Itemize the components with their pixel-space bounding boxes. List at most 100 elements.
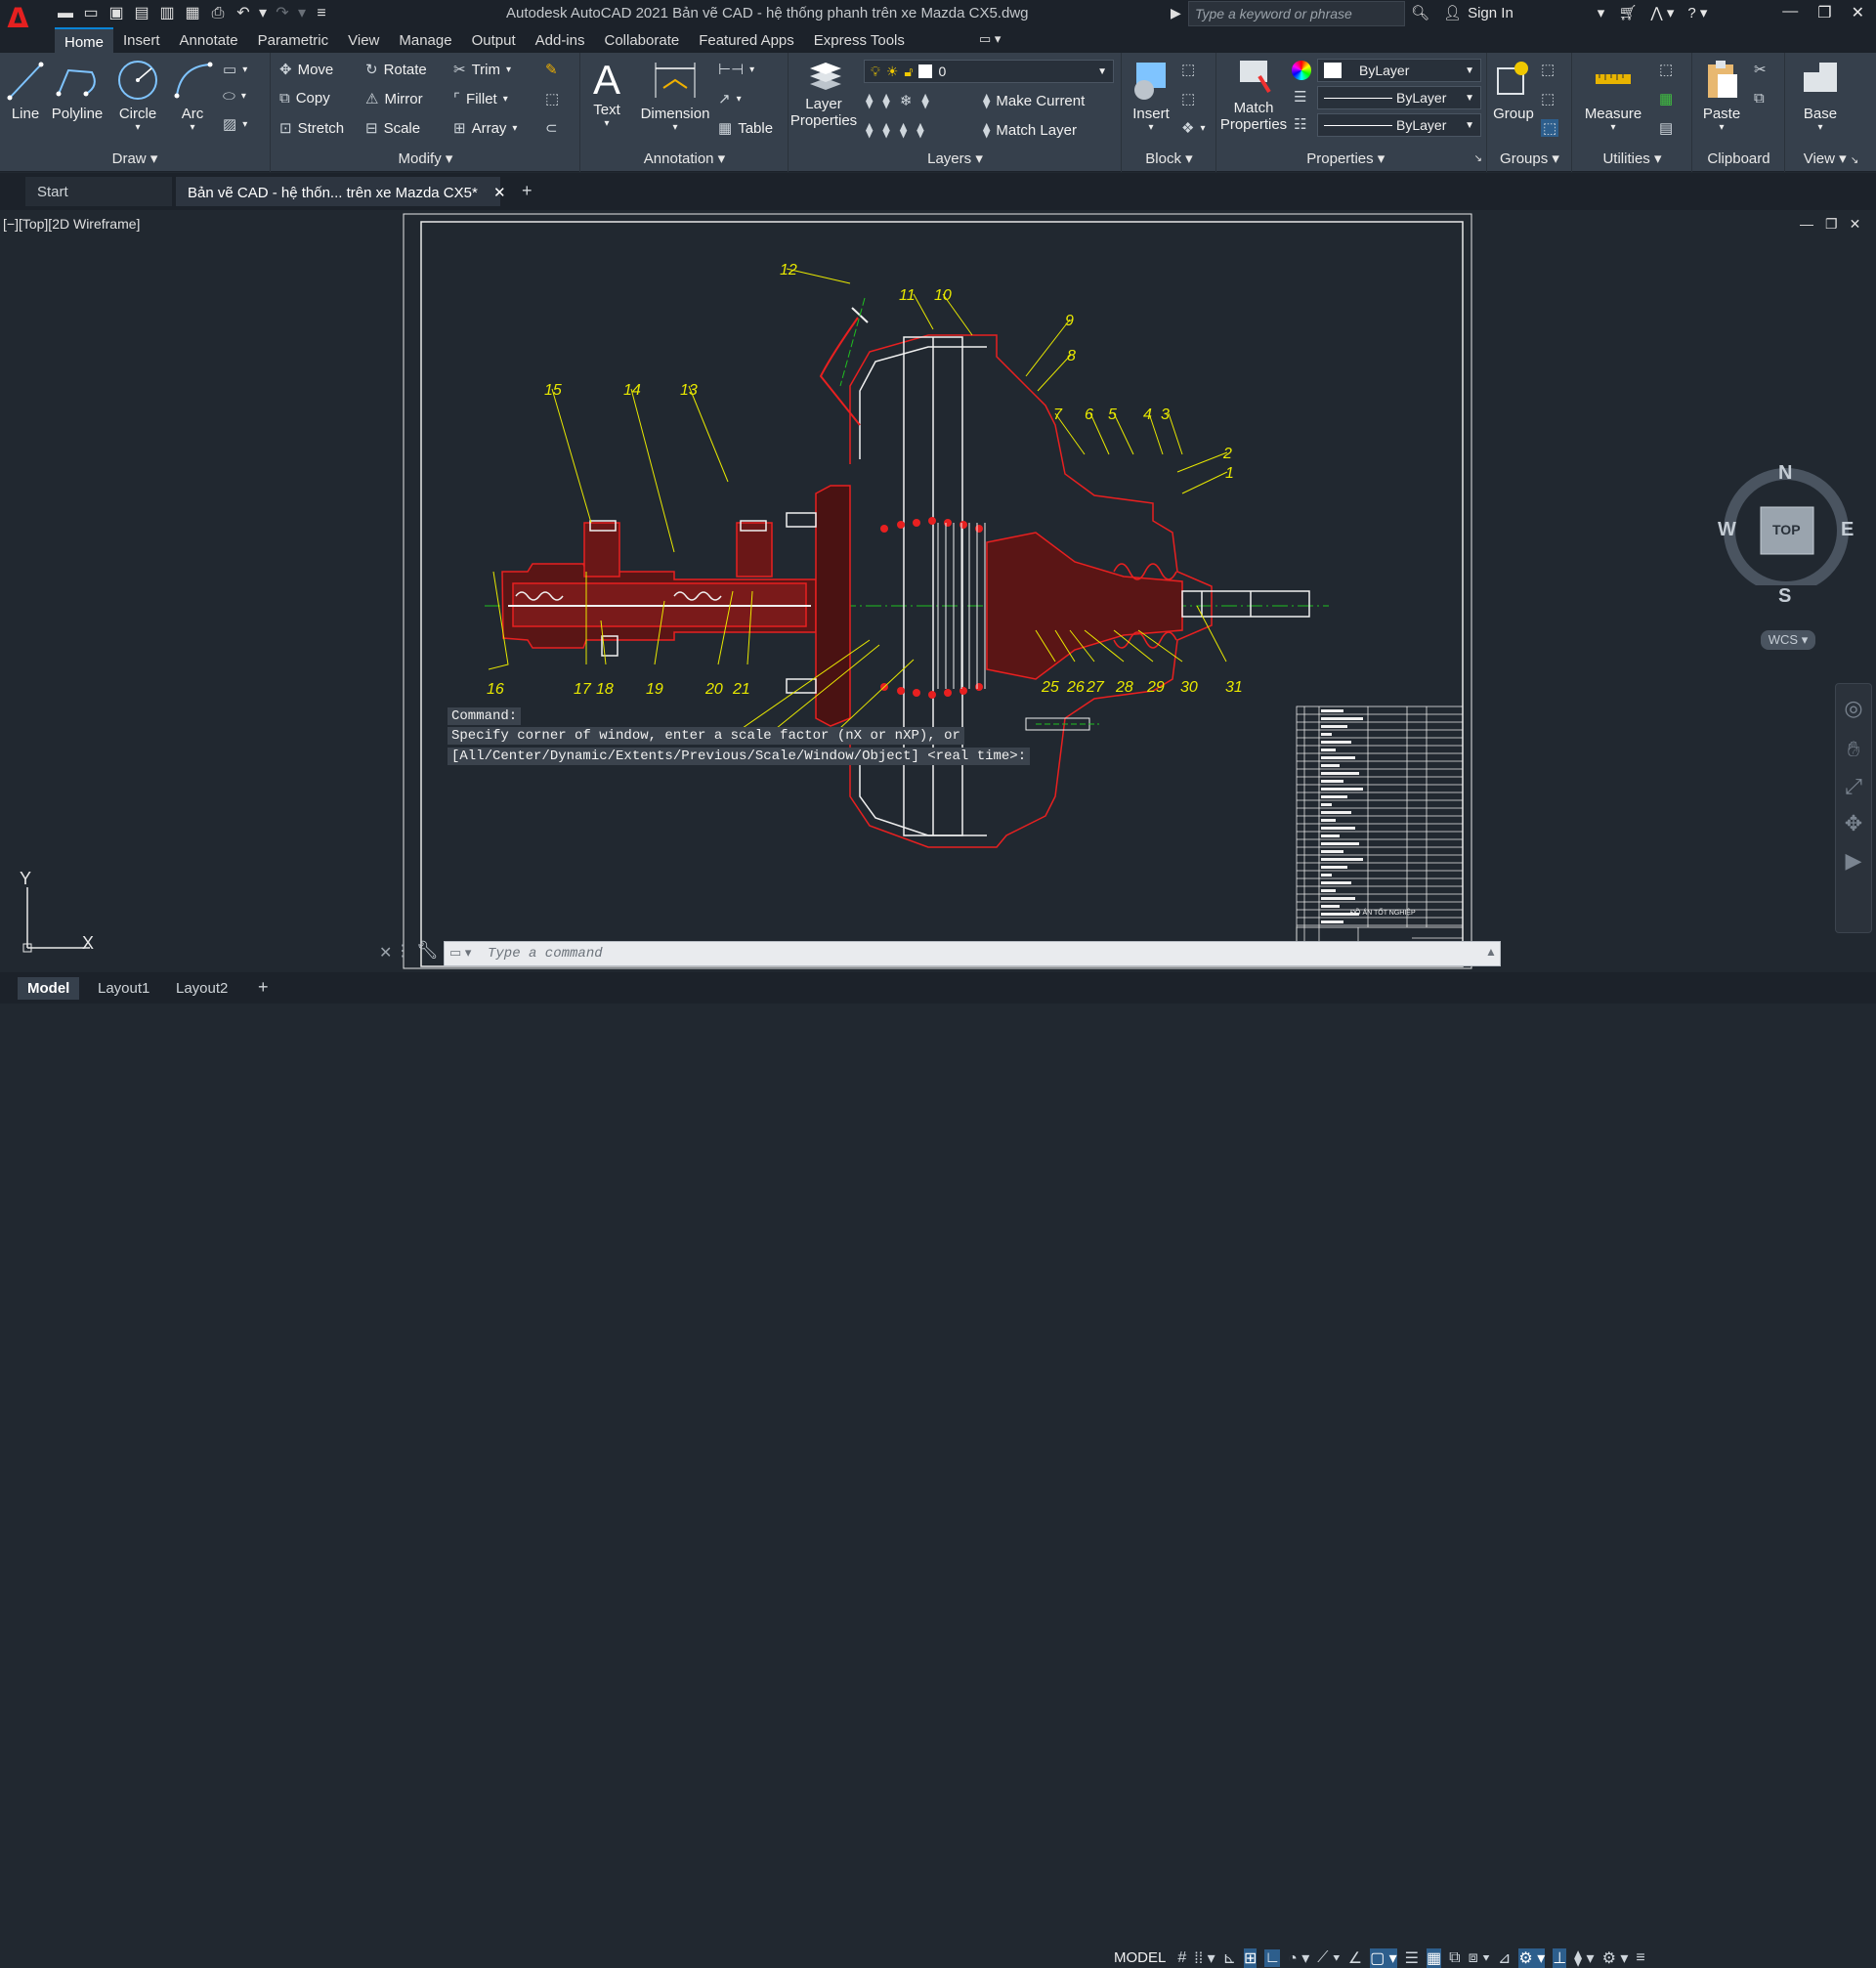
- erase-button[interactable]: ✎: [545, 61, 558, 78]
- viewcube-west[interactable]: W: [1718, 519, 1736, 541]
- gizmo-icon[interactable]: ⊥: [1553, 1947, 1567, 1968]
- move-button[interactable]: ✥ Move: [279, 61, 333, 79]
- keyword-search-input[interactable]: Type a keyword or phrase: [1188, 1, 1405, 26]
- model-space-toggle[interactable]: MODEL: [1110, 1947, 1170, 1968]
- layout2-tab[interactable]: Layout2: [166, 977, 237, 1000]
- draw-panel-label[interactable]: Draw ▾: [0, 149, 270, 170]
- undo-icon[interactable]: ↶: [233, 4, 254, 23]
- ribbon-tab-output[interactable]: Output: [462, 27, 526, 56]
- group-button[interactable]: Group: [1490, 59, 1537, 122]
- ribbon-tab-annotate[interactable]: Annotate: [170, 27, 248, 56]
- command-input[interactable]: Type a command: [444, 941, 1501, 966]
- undo-dropdown-icon[interactable]: ▾: [258, 4, 268, 23]
- view-launcher-icon[interactable]: ↘: [1851, 155, 1858, 166]
- insert-button[interactable]: Insert ▾: [1127, 59, 1175, 133]
- table-button[interactable]: ▦ Table: [718, 119, 773, 138]
- layer-unlock-icon[interactable]: ⧫: [917, 121, 923, 139]
- workspace-icon[interactable]: ⚙ ▾: [1602, 1948, 1629, 1968]
- ribbon-minimize-icon[interactable]: ▭ ▾: [979, 31, 1001, 47]
- ribbon-tab-featured-apps[interactable]: Featured Apps: [689, 27, 804, 56]
- steering-wheel-icon[interactable]: ◎: [1836, 696, 1871, 721]
- ribbon-tab-collaborate[interactable]: Collaborate: [594, 27, 689, 56]
- ribbon-tab-parametric[interactable]: Parametric: [248, 27, 339, 56]
- offset-button[interactable]: ⊂: [545, 119, 558, 137]
- explode-button[interactable]: ⬚: [545, 90, 559, 107]
- select-all-button[interactable]: ▦: [1659, 90, 1673, 107]
- polyline-button[interactable]: Polyline: [49, 59, 106, 122]
- start-tab[interactable]: Start: [25, 177, 172, 206]
- autodesk-app-icon[interactable]: ⋀ ▾: [1650, 4, 1674, 21]
- layer-thaw-icon[interactable]: ⧫: [900, 121, 907, 139]
- viewcube-north[interactable]: N: [1778, 462, 1792, 485]
- open-web-icon[interactable]: ▥: [156, 4, 178, 23]
- orbit-icon[interactable]: ✥: [1836, 811, 1871, 836]
- color-dropdown[interactable]: ByLayer ▼: [1317, 59, 1481, 82]
- viewcube-top-face[interactable]: TOP: [1772, 522, 1801, 537]
- showmotion-icon[interactable]: ▶: [1836, 848, 1871, 874]
- arc-button[interactable]: Arc ▾: [170, 59, 215, 133]
- minimize-icon[interactable]: —: [1782, 3, 1798, 22]
- transparency-icon[interactable]: ▦: [1427, 1947, 1442, 1968]
- selection-cycling-icon[interactable]: ⧉: [1449, 1949, 1460, 1967]
- sign-in-dropdown-icon[interactable]: ▾: [1598, 4, 1605, 21]
- calculator-button[interactable]: ▤: [1659, 119, 1673, 137]
- line-button[interactable]: Line: [6, 59, 45, 122]
- layer-dropdown[interactable]: 💡︎ ☀ 🔓︎ 0 ▼: [864, 60, 1114, 83]
- ellipse-button[interactable]: ⬭ ▾: [223, 88, 246, 105]
- color-wheel-icon[interactable]: [1292, 61, 1311, 80]
- recent-commands-icon[interactable]: ▭ ▾: [449, 945, 471, 961]
- plot-icon[interactable]: ⎙: [207, 4, 229, 23]
- new-tab-button[interactable]: +: [510, 177, 544, 206]
- trim-button[interactable]: ✂ Trim ▾: [453, 61, 511, 79]
- array-button[interactable]: ⊞ Array ▾: [453, 119, 517, 138]
- text-button[interactable]: A Text ▾: [589, 59, 624, 130]
- group-selection-button[interactable]: ⬚: [1541, 119, 1559, 137]
- object-snap-icon[interactable]: ▢ ▾: [1370, 1947, 1397, 1968]
- new-file-icon[interactable]: ▬: [55, 4, 76, 23]
- edit-block-button[interactable]: ⬚: [1181, 90, 1195, 107]
- viewcube[interactable]: N S E W TOP WCS ▾: [1718, 462, 1858, 650]
- circle-button[interactable]: Circle ▾: [113, 59, 162, 133]
- object-snap-tracking-icon[interactable]: ∠: [1348, 1948, 1362, 1968]
- help-icon[interactable]: ? ▾: [1687, 4, 1707, 21]
- cart-icon[interactable]: 🛒︎: [1618, 4, 1637, 21]
- copy-button[interactable]: ⧉ Copy: [279, 90, 330, 107]
- search-icon[interactable]: 🔍︎: [1411, 4, 1429, 21]
- save-as-icon[interactable]: ▤: [131, 4, 152, 23]
- fillet-button[interactable]: ⌜ Fillet ▾: [453, 90, 508, 108]
- dynamic-ucs-icon[interactable]: ⊿: [1498, 1948, 1511, 1968]
- layer-on-icon[interactable]: ⧫: [866, 121, 873, 139]
- command-grip-icon[interactable]: ⋮: [395, 941, 410, 961]
- group-edit-button[interactable]: ⬚: [1541, 90, 1555, 107]
- block-panel-label[interactable]: Block ▾: [1123, 149, 1215, 170]
- properties-launcher-icon[interactable]: ↘: [1474, 149, 1482, 170]
- viewcube-east[interactable]: E: [1841, 519, 1854, 541]
- selection-filter-icon[interactable]: ⚙ ▾: [1518, 1947, 1546, 1968]
- open-folder-icon[interactable]: ▭: [80, 4, 102, 23]
- measure-button[interactable]: Measure ▾: [1581, 59, 1645, 133]
- redo-icon[interactable]: ↷: [272, 4, 293, 23]
- close-tab-icon[interactable]: ✕: [493, 185, 506, 201]
- ribbon-tab-add-ins[interactable]: Add-ins: [526, 27, 595, 56]
- pan-icon[interactable]: ✋︎: [1836, 737, 1871, 762]
- arc-dropdown-icon[interactable]: ▾: [170, 122, 215, 133]
- dynamic-input-icon[interactable]: ⊞: [1244, 1947, 1258, 1968]
- redo-dropdown-icon[interactable]: ▾: [297, 4, 307, 23]
- customize-qat-icon[interactable]: ≡: [311, 4, 332, 23]
- leader-button[interactable]: ↗ ▾: [718, 90, 742, 107]
- drawing-tab[interactable]: Bản vẽ CAD - hệ thốn... trên xe Mazda CX…: [176, 177, 506, 206]
- utilities-panel-label[interactable]: Utilities ▾: [1573, 149, 1691, 170]
- ribbon-tab-manage[interactable]: Manage: [389, 27, 461, 56]
- annotation-panel-label[interactable]: Annotation ▾: [581, 149, 788, 170]
- ribbon-tab-home[interactable]: Home: [55, 27, 114, 56]
- circle-dropdown-icon[interactable]: ▾: [113, 122, 162, 133]
- layers-panel-label[interactable]: Layers ▾: [789, 149, 1121, 170]
- command-expand-icon[interactable]: ▲: [1485, 945, 1497, 959]
- dimension-button[interactable]: Dimension ▾: [636, 59, 714, 133]
- command-close-icon[interactable]: ✕: [379, 943, 392, 963]
- sign-in-button[interactable]: 👤︎ Sign In: [1443, 4, 1514, 22]
- cut-button[interactable]: ✂: [1754, 61, 1767, 78]
- ribbon-tab-insert[interactable]: Insert: [113, 27, 170, 56]
- viewport-restore-icon[interactable]: ❐: [1825, 216, 1838, 233]
- customize-status-icon[interactable]: ≡: [1636, 1949, 1644, 1967]
